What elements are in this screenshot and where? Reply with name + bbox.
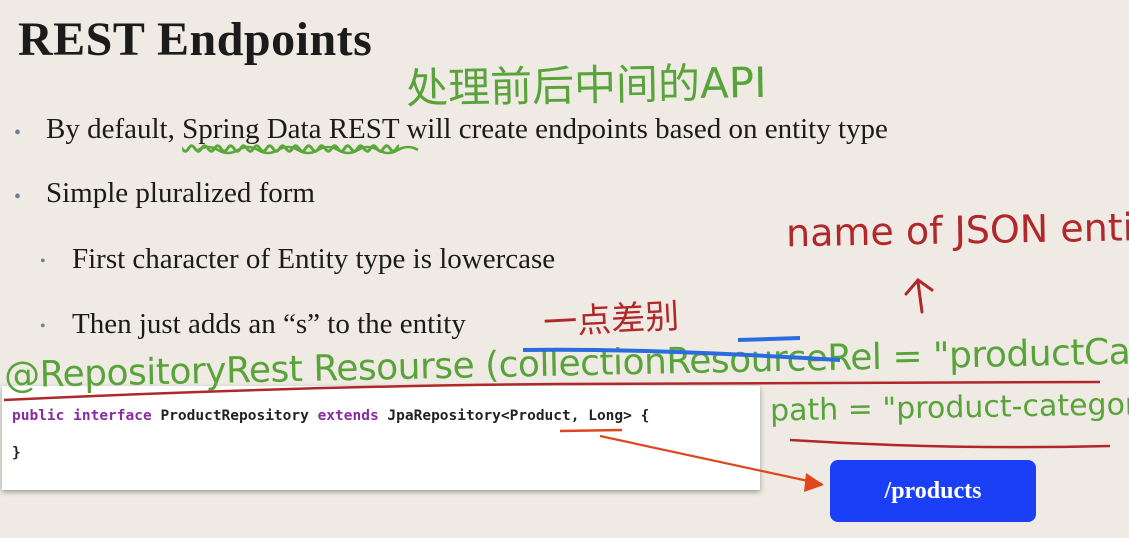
handwritten-chinese-note: 处理前后中间的API bbox=[405, 57, 767, 114]
code-keyword: interface bbox=[73, 408, 152, 424]
code-line-2: } bbox=[12, 445, 21, 461]
handwritten-difference-note: 一点差别 bbox=[542, 296, 681, 344]
bullet-pluralized: Simple pluralized form bbox=[46, 177, 315, 209]
sub-bullet-adds-s: Then just adds an “s” to the entity bbox=[72, 308, 466, 340]
spring-data-rest-term: Spring Data REST bbox=[182, 113, 400, 145]
arrow-head-icon bbox=[804, 473, 824, 492]
sub-bullet-lowercase: First character of Entity type is lowerc… bbox=[72, 243, 556, 275]
page-title: REST Endpoints bbox=[18, 13, 373, 66]
bullet-default-endpoints: By default, Spring Data REST will create… bbox=[46, 113, 888, 146]
code-entity-type: Product bbox=[509, 408, 571, 424]
products-endpoint-button[interactable]: /products bbox=[830, 460, 1036, 522]
sub-bullet-dot: • bbox=[40, 318, 46, 335]
code-line-1: public interface ProductRepository exten… bbox=[12, 408, 649, 424]
bullet-dot: • bbox=[14, 122, 22, 144]
code-identifier: ProductRepository bbox=[160, 408, 309, 424]
red-path-underline bbox=[789, 438, 1111, 449]
code-identifier: , Long> { bbox=[570, 408, 650, 424]
code-keyword: extends bbox=[317, 408, 379, 424]
bullet-text: will create endpoints based on entity ty… bbox=[399, 113, 888, 145]
sub-bullet-dot: • bbox=[40, 253, 46, 270]
handwritten-json-note: name of JSON entity bbox=[785, 204, 1129, 256]
green-wave-underline bbox=[197, 145, 419, 155]
bullet-text: By default, bbox=[46, 113, 183, 145]
code-snippet: public interface ProductRepository exten… bbox=[2, 386, 760, 490]
code-identifier: JpaRepository< bbox=[387, 408, 510, 424]
code-keyword: public bbox=[12, 408, 65, 424]
bullet-dot: • bbox=[14, 186, 22, 208]
up-arrow-icon bbox=[904, 277, 934, 314]
handwritten-path-annotation: path = "product-category") bbox=[769, 386, 1129, 429]
